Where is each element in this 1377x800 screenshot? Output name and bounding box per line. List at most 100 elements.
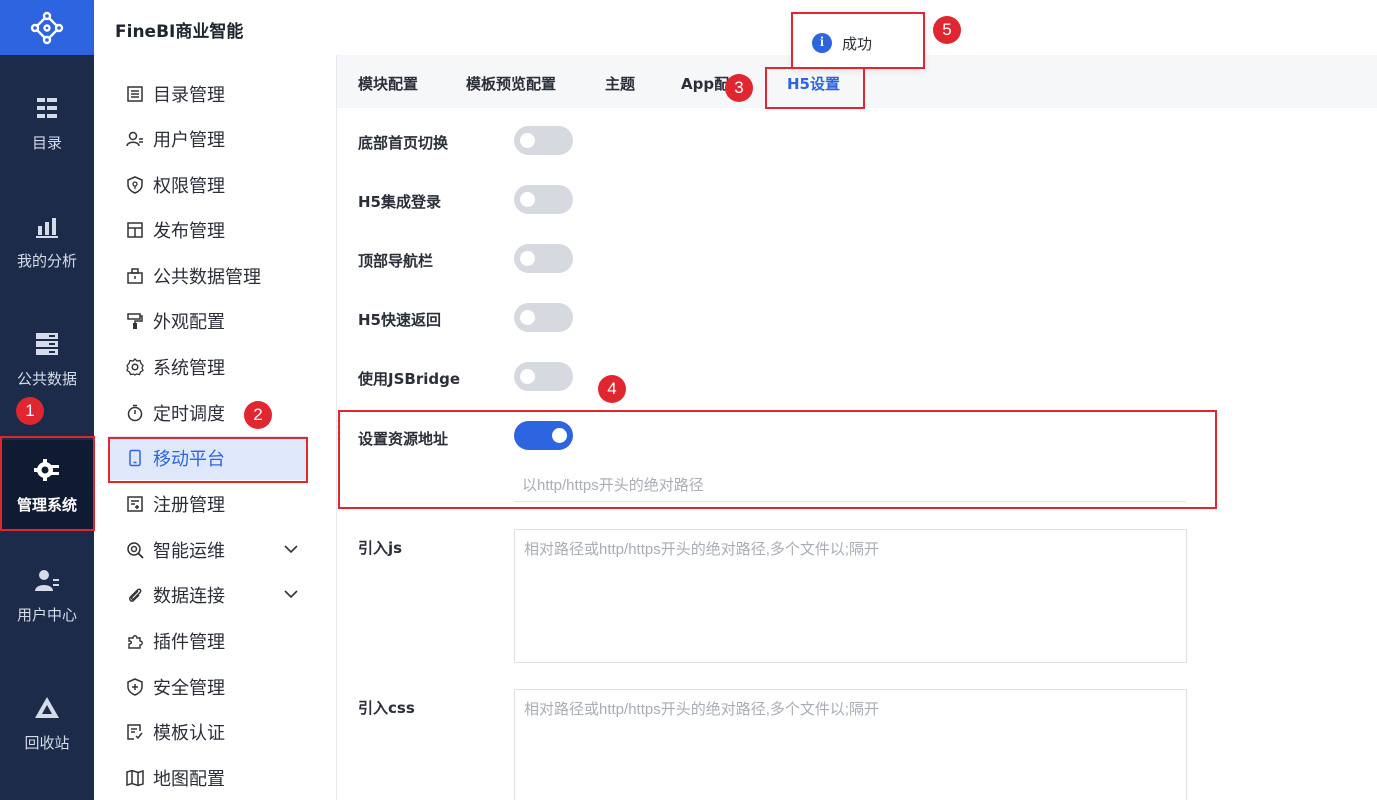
rail-item-label: 用户中心: [16, 606, 77, 624]
publish-icon: [127, 222, 143, 238]
tab-template-preview-config[interactable]: 模板预览配置: [466, 73, 556, 94]
tab-theme[interactable]: 主题: [605, 73, 635, 94]
setting-label-h5-quick-back: H5快速返回: [358, 311, 441, 329]
highlight-box-resource-address: [338, 410, 1217, 509]
import-js-textarea[interactable]: [514, 529, 1187, 663]
rail-item-label: 目录: [31, 134, 62, 152]
menu-item-registration-management[interactable]: 注册管理: [94, 482, 337, 526]
import-js-label: 引入js: [358, 539, 403, 557]
toggle-knob: [520, 251, 535, 266]
menu-item-label: 发布管理: [153, 221, 225, 242]
menu-item-security-management[interactable]: 安全管理: [94, 665, 337, 709]
cog-icon: [126, 358, 144, 376]
chevron-down-icon[interactable]: [283, 586, 299, 602]
menu-item-label: 目录管理: [153, 85, 225, 106]
chevron-down-icon[interactable]: [283, 541, 299, 557]
setting-label-use-jsbridge: 使用JSBridge: [358, 370, 461, 388]
toggle-knob: [520, 192, 535, 207]
setting-label-bottom-home-switch: 底部首页切换: [358, 134, 449, 152]
annotation-badge-1: 1: [16, 397, 44, 425]
rail-item-label: 我的分析: [16, 252, 77, 270]
menu-item-label: 安全管理: [153, 678, 225, 699]
setting-label-top-navbar: 顶部导航栏: [358, 252, 434, 270]
analysis-chart-icon: [36, 218, 58, 238]
register-icon: [127, 496, 143, 512]
import-css-textarea[interactable]: [514, 689, 1187, 800]
menu-item-template-certification[interactable]: 模板认证: [94, 710, 337, 754]
menu-item-system-management[interactable]: 系统管理: [94, 345, 337, 389]
rail-item-label: 公共数据: [16, 370, 77, 388]
puzzle-icon: [128, 635, 143, 649]
highlight-box-h5-tab: [765, 67, 865, 109]
menu-item-publish-management[interactable]: 发布管理: [94, 208, 337, 252]
menu-item-label: 外观配置: [153, 312, 225, 333]
toggle-knob: [520, 369, 535, 384]
menu-item-public-data-management[interactable]: 公共数据管理: [94, 254, 337, 298]
app-window: 目录 我的分析 公共数据 管理系统 用户中心 回收站 FineBI商业智能 目录…: [0, 0, 1377, 800]
paint-roller-icon: [127, 313, 143, 329]
menu-item-appearance-config[interactable]: 外观配置: [94, 299, 337, 343]
highlight-box-mobile-platform: [108, 437, 308, 483]
highlight-box-admin-system: [0, 436, 95, 531]
menu-item-scheduled-tasks[interactable]: 定时调度: [94, 391, 337, 435]
admin-menu: 目录管理 用户管理 权限管理 发布管理 公共数据管理 外观配置 系统管理 定时调…: [94, 55, 337, 800]
toast-message: 成功: [842, 35, 873, 53]
annotation-badge-3: 3: [725, 74, 753, 102]
rail-item-label: 回收站: [24, 734, 70, 752]
menu-item-label: 定时调度: [153, 404, 225, 425]
menu-item-label: 公共数据管理: [153, 267, 261, 288]
menu-item-permission-management[interactable]: 权限管理: [94, 163, 337, 207]
briefcase-icon: [127, 268, 143, 284]
list-icon: [127, 86, 143, 102]
menu-item-smart-ops[interactable]: 智能运维: [94, 528, 337, 572]
success-toast: i 成功: [791, 12, 925, 69]
menu-item-label: 地图配置: [153, 769, 225, 790]
menu-item-label: 插件管理: [153, 632, 225, 653]
tab-module-config[interactable]: 模块配置: [358, 73, 418, 94]
toggle-knob: [520, 133, 535, 148]
primary-nav-rail: 目录 我的分析 公共数据 管理系统 用户中心 回收站: [0, 0, 94, 800]
app-title: FineBI商业智能: [115, 22, 244, 42]
menu-item-label: 系统管理: [153, 358, 225, 379]
rail-item-catalog[interactable]: 目录: [0, 94, 94, 153]
setting-label-h5-integrated-login: H5集成登录: [358, 193, 441, 211]
menu-item-label: 注册管理: [153, 495, 225, 516]
top-bar: FineBI商业智能: [94, 0, 1377, 55]
toggle-h5-quick-back[interactable]: [514, 303, 573, 332]
annotation-badge-4: 4: [598, 375, 626, 403]
menu-item-catalog-management[interactable]: 目录管理: [94, 72, 337, 116]
info-icon: i: [812, 33, 832, 53]
menu-item-data-connection[interactable]: 数据连接: [94, 573, 337, 617]
toggle-knob: [520, 310, 535, 325]
menu-item-user-management[interactable]: 用户管理: [94, 117, 337, 161]
database-icon: [36, 333, 58, 355]
rail-item-user-center[interactable]: 用户中心: [0, 566, 94, 625]
certificate-icon: [127, 724, 143, 740]
toggle-top-navbar[interactable]: [514, 244, 573, 273]
app-logo[interactable]: [0, 0, 94, 55]
menu-item-label: 模板认证: [153, 723, 225, 744]
menu-item-label: 智能运维: [153, 541, 225, 562]
toggle-use-jsbridge[interactable]: [514, 362, 573, 391]
menu-item-label: 数据连接: [153, 586, 225, 607]
tab-app-config[interactable]: App配: [681, 73, 729, 94]
rail-item-my-analysis[interactable]: 我的分析: [0, 212, 94, 271]
ops-icon: [127, 542, 144, 559]
rail-item-public-data[interactable]: 公共数据: [0, 330, 94, 389]
menu-item-label: 用户管理: [153, 130, 225, 151]
rail-item-recycle-bin[interactable]: 回收站: [0, 694, 94, 753]
annotation-badge-2: 2: [244, 401, 272, 429]
logo-icon: [30, 11, 64, 44]
recycle-bin-icon: [35, 697, 59, 718]
toggle-h5-integrated-login[interactable]: [514, 185, 573, 214]
catalog-icon: [37, 98, 57, 118]
shield-key-icon: [127, 176, 143, 194]
user-icon: [126, 131, 143, 147]
paperclip-icon: [129, 588, 142, 602]
menu-item-plugin-management[interactable]: 插件管理: [94, 619, 337, 663]
toggle-bottom-home-switch[interactable]: [514, 126, 573, 155]
import-css-label: 引入css: [358, 699, 415, 717]
menu-item-map-config[interactable]: 地图配置: [94, 756, 337, 800]
annotation-badge-5: 5: [933, 16, 961, 44]
shield-plus-icon: [127, 678, 143, 696]
